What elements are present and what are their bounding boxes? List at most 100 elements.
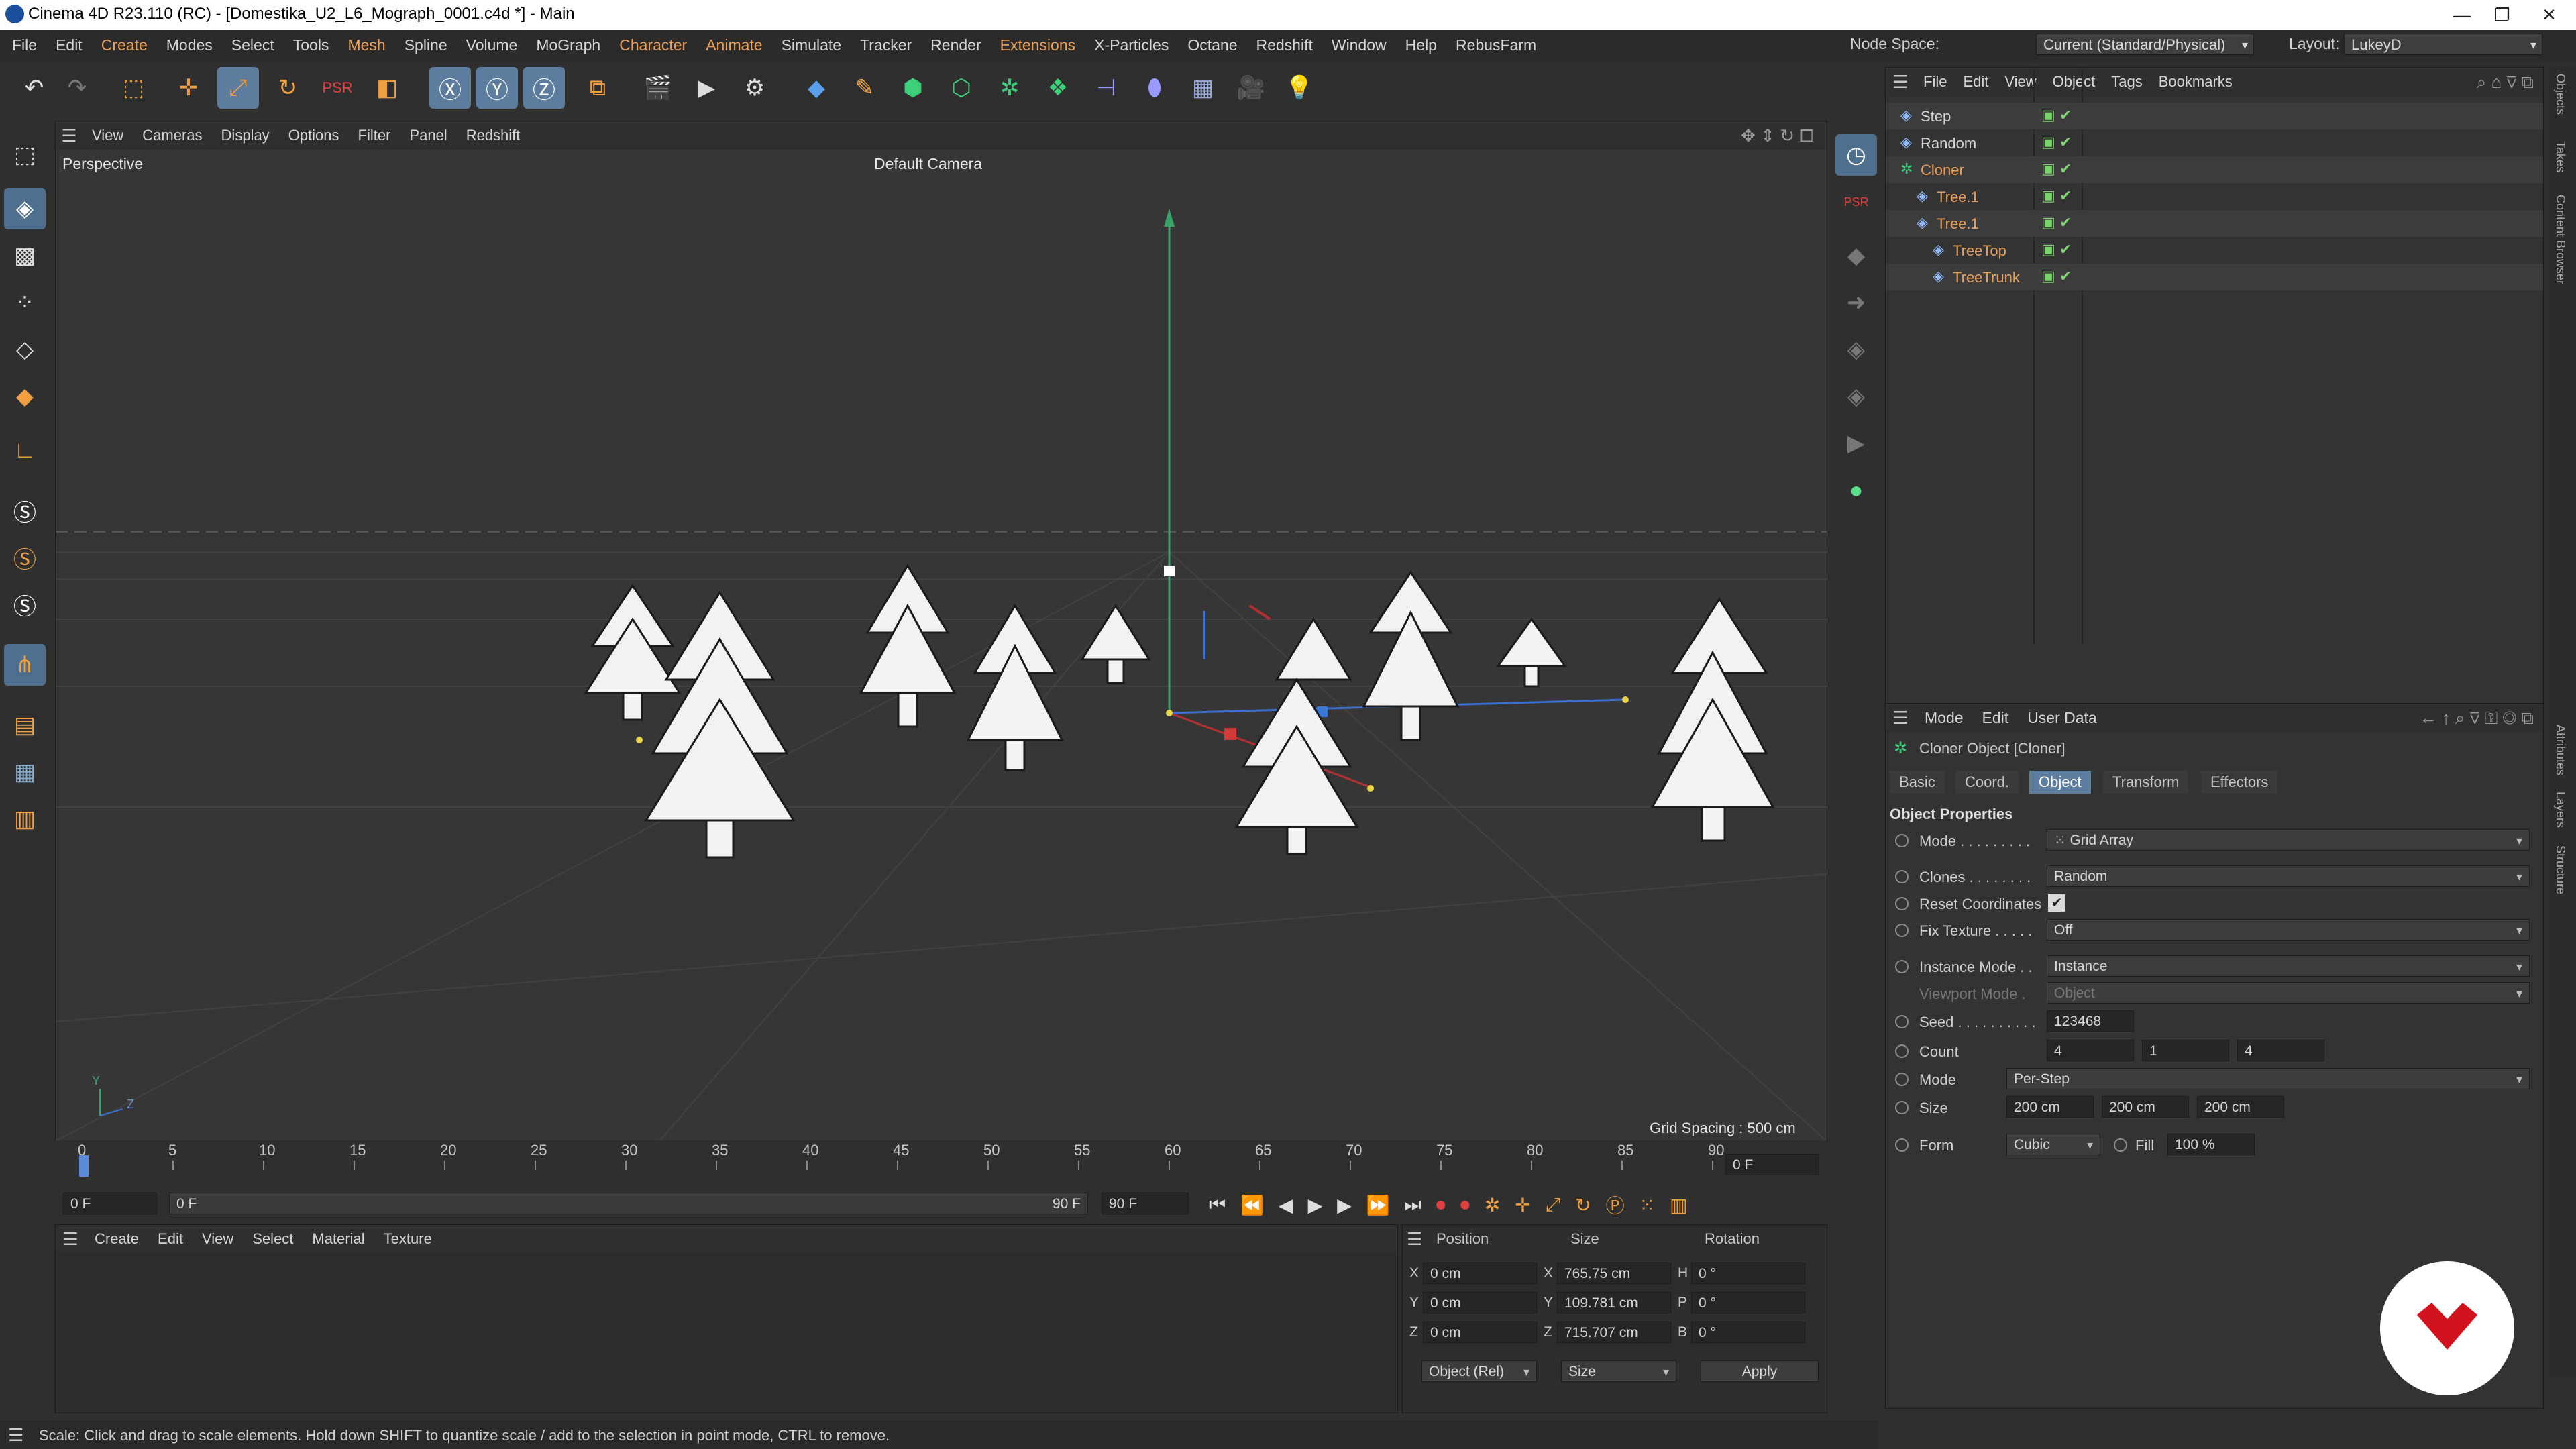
close-button[interactable]: ✕	[2529, 1, 2569, 28]
viewport-menu-options[interactable]: Options	[279, 121, 349, 150]
object-name[interactable]: Random	[1921, 135, 1976, 152]
object-row[interactable]: ◈ TreeTop ▣ ✔	[1886, 237, 2543, 264]
go-to-start-icon[interactable]: ⏮	[1209, 1194, 1226, 1216]
mode-select[interactable]: ⁙ Grid Array ▾	[2047, 829, 2530, 851]
material-hamburger-icon[interactable]: ☰	[56, 1229, 85, 1250]
current-frame-field[interactable]: 0 F	[1725, 1154, 1819, 1175]
object-manager-hamburger-icon[interactable]: ☰	[1886, 72, 1915, 93]
previous-key-icon[interactable]: ⏪	[1240, 1194, 1264, 1216]
reset-coordinates-checkbox[interactable]: ✔	[2048, 894, 2065, 912]
animation-dot-icon[interactable]	[1895, 1044, 1909, 1058]
next-frame-icon[interactable]: ▶	[1337, 1194, 1352, 1216]
viewport-hamburger-icon[interactable]: ☰	[56, 125, 83, 146]
menu-create[interactable]: Create	[92, 30, 157, 60]
fix-texture-select[interactable]: Off ▾	[2047, 919, 2530, 941]
viewport-nav-icons[interactable]: ✥ ⇕ ↻ ⧠	[1741, 125, 1813, 147]
tab-basic[interactable]: Basic	[1890, 771, 1945, 794]
timeline-window-icon[interactable]: ▥	[1670, 1194, 1687, 1216]
menu-volume[interactable]: Volume	[457, 30, 527, 60]
side-tab-layers[interactable]: Layers	[2553, 792, 2567, 828]
menu-tools[interactable]: Tools	[284, 30, 339, 60]
locked-workplane-icon[interactable]: ▦	[4, 751, 46, 793]
enabled-check-icon[interactable]: ▣ ✔	[2041, 268, 2072, 285]
keyframe-selection-icon[interactable]: ✲	[1485, 1194, 1500, 1216]
object-row[interactable]: ◈ Random ▣ ✔	[1886, 129, 2543, 156]
render-view-icon[interactable]: 🎬	[637, 67, 679, 109]
viewport-menu-redshift[interactable]: Redshift	[457, 121, 530, 150]
scale-key-icon[interactable]: ⤢	[1546, 1194, 1560, 1216]
menu-modes[interactable]: Modes	[157, 30, 222, 60]
view-icon[interactable]: ◷	[1835, 134, 1877, 176]
object-name[interactable]: TreeTop	[1953, 242, 2006, 260]
start-frame-field[interactable]: 0 F	[63, 1193, 157, 1214]
frame-range-slider[interactable]: 0 F 90 F	[169, 1193, 1088, 1214]
playhead[interactable]	[79, 1155, 89, 1177]
animation-dot-icon[interactable]	[1895, 924, 1909, 937]
menu-select[interactable]: Select	[222, 30, 284, 60]
enabled-check-icon[interactable]: ▣ ✔	[2041, 187, 2072, 205]
object-name[interactable]: Cloner	[1921, 162, 1964, 179]
object-name[interactable]: Step	[1921, 108, 1951, 125]
object-row[interactable]: ◈ Tree.1 ▣ ✔	[1886, 183, 2543, 210]
menu-tracker[interactable]: Tracker	[851, 30, 921, 60]
menu-x-particles[interactable]: X-Particles	[1085, 30, 1178, 60]
live-selection-icon[interactable]: ⬚	[113, 67, 154, 109]
animation-dot-icon[interactable]	[1895, 960, 1909, 973]
quantize-icon[interactable]: Ⓢ	[4, 584, 46, 625]
material-menu-view[interactable]: View	[193, 1225, 243, 1253]
menu-window[interactable]: Window	[1322, 30, 1396, 60]
magnet-icon[interactable]: ⋔	[4, 644, 46, 686]
minimize-button[interactable]: —	[2442, 1, 2482, 28]
floor-icon[interactable]: ▦	[1182, 67, 1224, 109]
keyframe-icon[interactable]: ◆	[1835, 235, 1877, 276]
instance-mode-select[interactable]: Instance ▾	[2047, 955, 2530, 977]
side-tab-content-browser[interactable]: Content Browser	[2553, 195, 2567, 284]
enabled-check-icon[interactable]: ▣ ✔	[2041, 214, 2072, 231]
node-space-select[interactable]: Current (Standard/Physical) ▾	[2036, 34, 2254, 55]
rotation-b-input[interactable]: 0 °	[1691, 1322, 1805, 1343]
undo-icon[interactable]: ↶	[13, 67, 55, 109]
play-icon[interactable]: ▶	[1308, 1194, 1323, 1216]
status-hamburger-icon[interactable]: ☰	[8, 1425, 23, 1446]
coordinate-system-icon[interactable]: ⧉	[577, 67, 619, 109]
animation-dot-icon[interactable]	[1895, 1015, 1909, 1028]
menu-extensions[interactable]: Extensions	[991, 30, 1085, 60]
size-z-input[interactable]: 200 cm	[2197, 1096, 2284, 1118]
side-tab-attributes[interactable]: Attributes	[2553, 724, 2567, 775]
recent-tool-icon[interactable]: ◧	[366, 67, 408, 109]
timeline[interactable]: 0 5 10 15 20 25 30 35 40 45 50 55 60 65 70 75 80 85 90 0 F…	[55, 1140, 1826, 1221]
mograph-icon[interactable]: ❖	[1037, 67, 1079, 109]
x-axis-lock-icon[interactable]: Ⓧ	[429, 67, 471, 109]
arrow-icon[interactable]: ➜	[1835, 282, 1877, 323]
scale-icon[interactable]: ⤢	[217, 67, 259, 109]
animation-dot-icon[interactable]	[2114, 1138, 2127, 1152]
menu-mograph[interactable]: MoGraph	[527, 30, 610, 60]
step-mode-select[interactable]: Per-Step ▾	[2006, 1068, 2530, 1089]
render-settings-icon[interactable]: ⚙	[734, 67, 775, 109]
material-menu-edit[interactable]: Edit	[148, 1225, 193, 1253]
menu-file[interactable]: File	[3, 30, 46, 60]
parameter-key-icon[interactable]: Ⓟ	[1606, 1191, 1625, 1218]
solo-icon[interactable]: ▥	[4, 798, 46, 840]
menu-edit[interactable]: Edit	[46, 30, 92, 60]
layout-select[interactable]: LukeyD ▾	[2344, 34, 2542, 55]
seed-input[interactable]: 123468	[2047, 1010, 2134, 1032]
animation-dot-icon[interactable]	[1895, 1101, 1909, 1114]
menu-rebusfarm[interactable]: RebusFarm	[1446, 30, 1546, 60]
record-icon[interactable]: ⏺	[1436, 1194, 1446, 1216]
apply-button[interactable]: Apply	[1701, 1360, 1819, 1382]
objects-menu-tags[interactable]: Tags	[2103, 68, 2150, 96]
menu-spline[interactable]: Spline	[395, 30, 457, 60]
size-y-input[interactable]: 109.781 cm	[1557, 1292, 1671, 1313]
model-mode-icon[interactable]: ◈	[4, 188, 46, 229]
go-to-end-icon[interactable]: ⏭	[1405, 1194, 1421, 1216]
field-icon[interactable]: ⬮	[1134, 67, 1175, 109]
objects-menu-file[interactable]: File	[1915, 68, 1955, 96]
point-level-icon[interactable]: ⁙	[1640, 1194, 1655, 1216]
attributes-menu-user-data[interactable]: User Data	[2018, 702, 2106, 733]
form-select[interactable]: Cubic ▾	[2006, 1134, 2100, 1155]
position-x-input[interactable]: 0 cm	[1423, 1263, 1537, 1284]
viewport-menu-filter[interactable]: Filter	[349, 121, 400, 150]
count-y-input[interactable]: 1	[2142, 1040, 2229, 1061]
camera-icon[interactable]: 🎥	[1230, 67, 1272, 109]
